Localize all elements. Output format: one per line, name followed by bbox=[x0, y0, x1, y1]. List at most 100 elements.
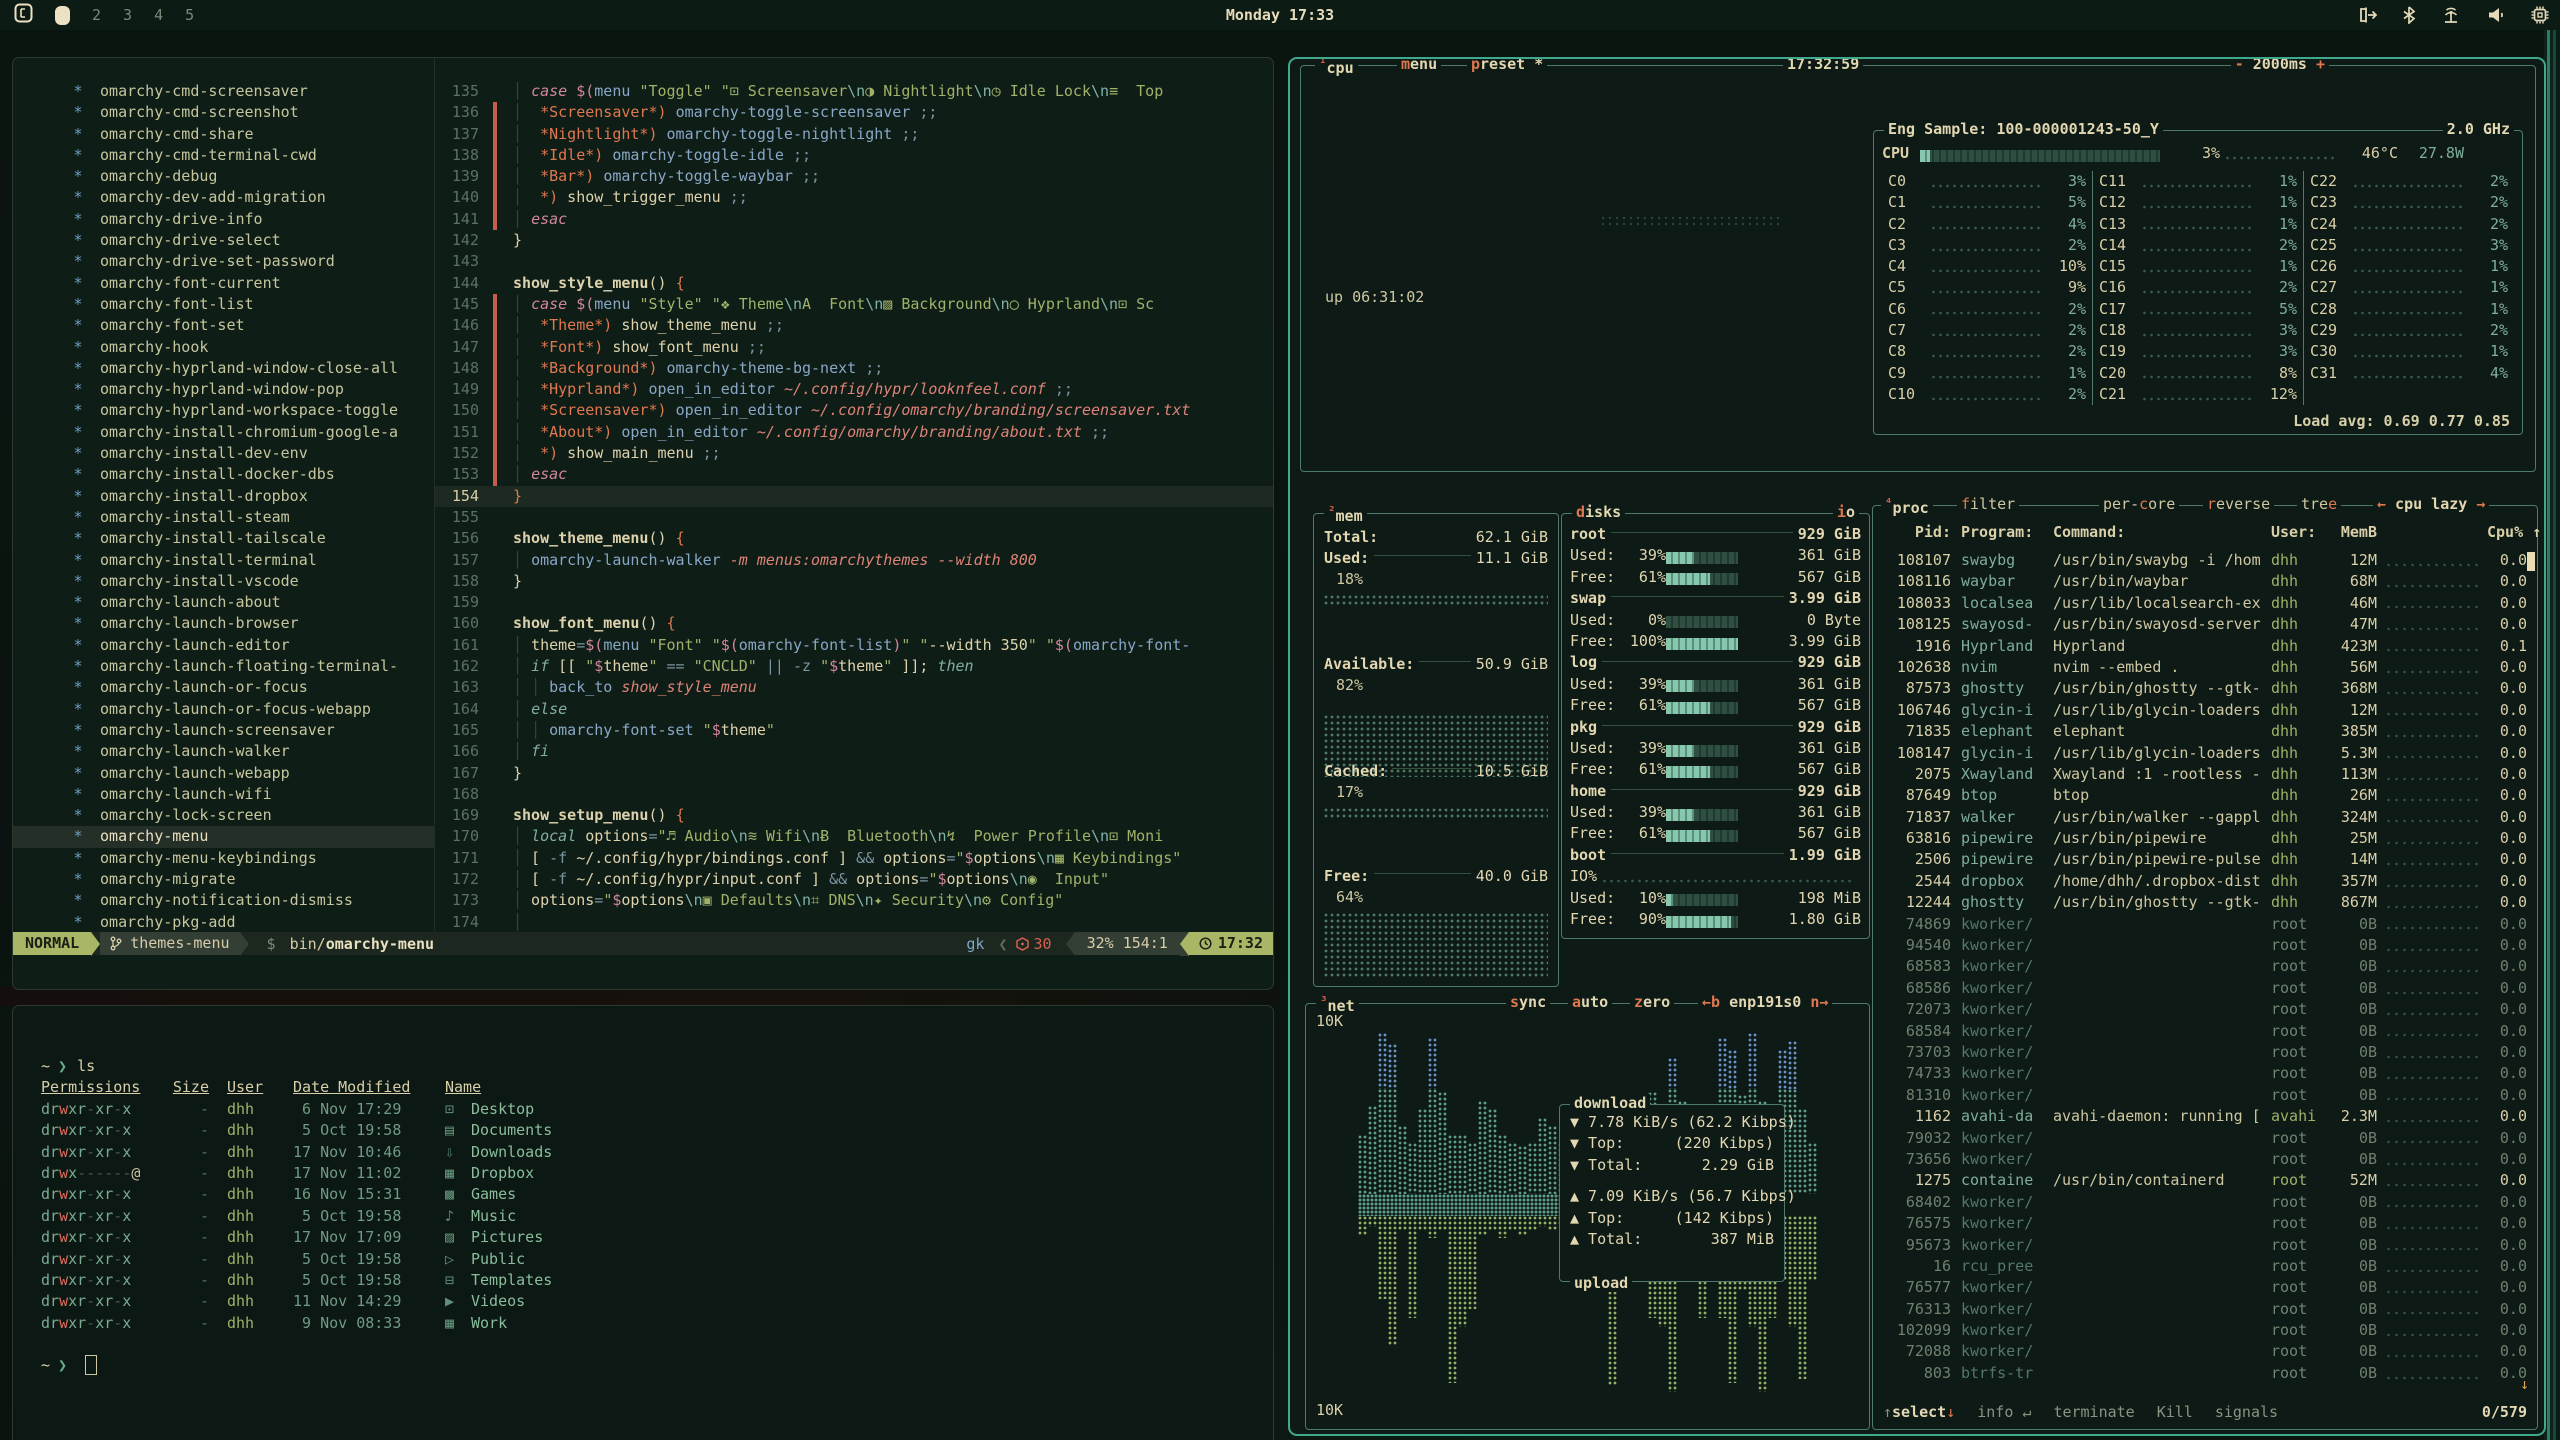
workspace-1-active[interactable] bbox=[55, 6, 70, 25]
file-item[interactable]: * omarchy-hook bbox=[13, 337, 434, 358]
process-row[interactable]: 94540kworker/root0B0.0 bbox=[1873, 935, 2531, 956]
process-row[interactable]: 2544dropbox/home/dhh/.dropbox-distdhh357… bbox=[1873, 871, 2531, 892]
volume-icon[interactable] bbox=[2486, 6, 2506, 24]
proc-tree[interactable]: tree bbox=[2297, 495, 2341, 513]
file-item[interactable]: * omarchy-launch-wifi bbox=[13, 784, 434, 805]
file-item[interactable]: * omarchy-cmd-share bbox=[13, 124, 434, 145]
process-row[interactable]: 108033localsea/usr/lib/localsearch-exdhh… bbox=[1873, 593, 2531, 614]
code-line[interactable]: 152│ *) show_main_menu ;; bbox=[435, 443, 1273, 464]
proc-reverse[interactable]: reverse bbox=[2203, 495, 2274, 513]
process-row[interactable]: 73656kworker/root0B0.0 bbox=[1873, 1149, 2531, 1170]
code-line[interactable]: 161│ theme=$(menu "Font" "$(omarchy-font… bbox=[435, 635, 1273, 656]
file-item[interactable]: * omarchy-cmd-screensaver bbox=[13, 81, 434, 102]
process-row[interactable]: 63816pipewire/usr/bin/pipewiredhh25M0.0 bbox=[1873, 828, 2531, 849]
code-line[interactable]: 166│ fi bbox=[435, 741, 1273, 762]
disks-panel-title[interactable]: disks bbox=[1572, 503, 1625, 521]
workspace-4[interactable]: 4 bbox=[154, 6, 163, 24]
file-item[interactable]: * omarchy-install-chromium-google-a bbox=[13, 422, 434, 443]
file-item[interactable]: * omarchy-menu-keybindings bbox=[13, 848, 434, 869]
net-auto-toggle[interactable]: auto bbox=[1568, 993, 1612, 1011]
process-row[interactable]: 68402kworker/root0B0.0 bbox=[1873, 1192, 2531, 1213]
process-row[interactable]: 74733kworker/root0B0.0 bbox=[1873, 1063, 2531, 1084]
code-line[interactable]: 146│ *Theme*) show_theme_menu ;; bbox=[435, 315, 1273, 336]
file-item[interactable]: * omarchy-menu bbox=[13, 826, 434, 847]
code-line[interactable]: 165│ │ omarchy-font-set "$theme" bbox=[435, 720, 1273, 741]
code-line[interactable]: 159 bbox=[435, 592, 1273, 613]
process-row[interactable]: 79032kworker/root0B0.0 bbox=[1873, 1128, 2531, 1149]
preset-button[interactable]: preset * bbox=[1467, 57, 1547, 73]
file-item[interactable]: * omarchy-install-tailscale bbox=[13, 528, 434, 549]
file-item[interactable]: * omarchy-drive-info bbox=[13, 209, 434, 230]
process-row[interactable]: 81310kworker/root0B0.0 bbox=[1873, 1085, 2531, 1106]
process-row[interactable]: 74869kworker/root0B0.0 bbox=[1873, 914, 2531, 935]
process-row[interactable]: 106746glycin-i/usr/lib/glycin-loadersdhh… bbox=[1873, 700, 2531, 721]
file-item[interactable]: * omarchy-hyprland-workspace-toggle bbox=[13, 400, 434, 421]
process-row[interactable]: 108107swaybg/usr/bin/swaybg -i /homdhh12… bbox=[1873, 550, 2531, 571]
code-line[interactable]: 173│ options="$options\n▣ Defaults\n⌗ DN… bbox=[435, 890, 1273, 911]
code-line[interactable]: 145│ case $(menu "Style" "❖ Theme\nA Fon… bbox=[435, 294, 1273, 315]
code-line[interactable]: 136│ *Screensaver*) omarchy-toggle-scree… bbox=[435, 102, 1273, 123]
code-line[interactable]: 148│ *Background*) omarchy-theme-bg-next… bbox=[435, 358, 1273, 379]
info-button[interactable]: info ↵ bbox=[1977, 1403, 2031, 1421]
workspace-3[interactable]: 3 bbox=[123, 6, 132, 24]
code-line[interactable]: 135│ case $(menu "Toggle" "⊡ Screensaver… bbox=[435, 81, 1273, 102]
file-item[interactable]: * omarchy-notification-dismiss bbox=[13, 890, 434, 911]
file-item[interactable]: * omarchy-launch-browser bbox=[13, 613, 434, 634]
code-line[interactable]: 137│ *Nightlight*) omarchy-toggle-nightl… bbox=[435, 124, 1273, 145]
kill-button[interactable]: Kill bbox=[2157, 1403, 2193, 1421]
code-line[interactable]: 140│ *) show_trigger_menu ;; bbox=[435, 187, 1273, 208]
code-line[interactable]: 174│ bbox=[435, 912, 1273, 931]
file-item[interactable]: * omarchy-debug bbox=[13, 166, 434, 187]
process-row[interactable]: 76313kworker/root0B0.0 bbox=[1873, 1299, 2531, 1320]
code-line[interactable]: 157│ omarchy-launch-walker -m menus:omar… bbox=[435, 550, 1273, 571]
code-line[interactable]: 160show_font_menu() { bbox=[435, 613, 1273, 634]
menu-button[interactable]: menu bbox=[1397, 57, 1441, 73]
file-item[interactable]: * omarchy-cmd-screenshot bbox=[13, 102, 434, 123]
process-row[interactable]: 72073kworker/root0B0.0 bbox=[1873, 999, 2531, 1020]
code-line[interactable]: 167} bbox=[435, 763, 1273, 784]
code-line[interactable]: 149│ *Hyprland*) open_in_editor ~/.confi… bbox=[435, 379, 1273, 400]
code-line[interactable]: 141│ esac bbox=[435, 209, 1273, 230]
code-line[interactable]: 147│ *Font*) show_font_menu ;; bbox=[435, 337, 1273, 358]
file-item[interactable]: * omarchy-launch-editor bbox=[13, 635, 434, 656]
proc-filter[interactable]: filter bbox=[1957, 495, 2019, 513]
process-row[interactable]: 1916HyprlandHyprlanddhh423M0.1 bbox=[1873, 636, 2531, 657]
net-sync-toggle[interactable]: sync bbox=[1506, 993, 1550, 1011]
file-item[interactable]: * omarchy-install-dev-env bbox=[13, 443, 434, 464]
interval-control[interactable]: - 2000ms + bbox=[2231, 57, 2329, 73]
process-row[interactable]: 95673kworker/root0B0.0 bbox=[1873, 1235, 2531, 1256]
process-row[interactable]: 2506pipewire/usr/bin/pipewire-pulsedhh14… bbox=[1873, 849, 2531, 870]
file-item[interactable]: * omarchy-install-terminal bbox=[13, 550, 434, 571]
code-line[interactable]: 150│ *Screensaver*) open_in_editor ~/.co… bbox=[435, 400, 1273, 421]
io-toggle[interactable]: io bbox=[1833, 503, 1859, 521]
process-row[interactable]: 76577kworker/root0B0.0 bbox=[1873, 1277, 2531, 1298]
code-line[interactable]: 143 bbox=[435, 251, 1273, 272]
process-row[interactable]: 108125swayosd-/usr/bin/swayosd-serverdhh… bbox=[1873, 614, 2531, 635]
process-row[interactable]: 1162avahi-daavahi-daemon: running [avahi… bbox=[1873, 1106, 2531, 1127]
code-line[interactable]: 162│ if [[ "$theme" == "CNCLD" || -z "$t… bbox=[435, 656, 1273, 677]
file-item[interactable]: * omarchy-drive-select bbox=[13, 230, 434, 251]
code-line[interactable]: 168 bbox=[435, 784, 1273, 805]
file-item[interactable]: * omarchy-lock-screen bbox=[13, 805, 434, 826]
code-line[interactable]: 138│ *Idle*) omarchy-toggle-idle ;; bbox=[435, 145, 1273, 166]
file-item[interactable]: * omarchy-dev-add-migration bbox=[13, 187, 434, 208]
code-line[interactable]: 164│ else bbox=[435, 699, 1273, 720]
code-line[interactable]: 170│ local options="♬ Audio\n≋ Wifi\nɃ B… bbox=[435, 826, 1273, 847]
app-icon[interactable] bbox=[14, 3, 33, 27]
file-item[interactable]: * omarchy-hyprland-window-close-all bbox=[13, 358, 434, 379]
process-row[interactable]: 71835elephantelephantdhh385M0.0 bbox=[1873, 721, 2531, 742]
code-line[interactable]: 142} bbox=[435, 230, 1273, 251]
code-line[interactable]: 139│ *Bar*) omarchy-toggle-waybar ;; bbox=[435, 166, 1273, 187]
bluetooth-icon[interactable] bbox=[2402, 6, 2416, 24]
file-item[interactable]: * omarchy-hyprland-window-pop bbox=[13, 379, 434, 400]
workspace-2[interactable]: 2 bbox=[92, 6, 101, 24]
code-line[interactable]: 151│ *About*) open_in_editor ~/.config/o… bbox=[435, 422, 1273, 443]
signals-button[interactable]: signals bbox=[2215, 1403, 2278, 1421]
file-item[interactable]: * omarchy-launch-walker bbox=[13, 741, 434, 762]
terminal-cursor[interactable] bbox=[85, 1355, 97, 1375]
process-row[interactable]: 16rcu_preeroot0B0.0 bbox=[1873, 1256, 2531, 1277]
process-row[interactable]: 76575kworker/root0B0.0 bbox=[1873, 1213, 2531, 1234]
process-row[interactable]: 87573ghostty/usr/bin/ghostty --gtk-dhh36… bbox=[1873, 678, 2531, 699]
file-item[interactable]: * omarchy-launch-screensaver bbox=[13, 720, 434, 741]
proc-panel-title[interactable]: ⁴proc bbox=[1881, 495, 1933, 517]
